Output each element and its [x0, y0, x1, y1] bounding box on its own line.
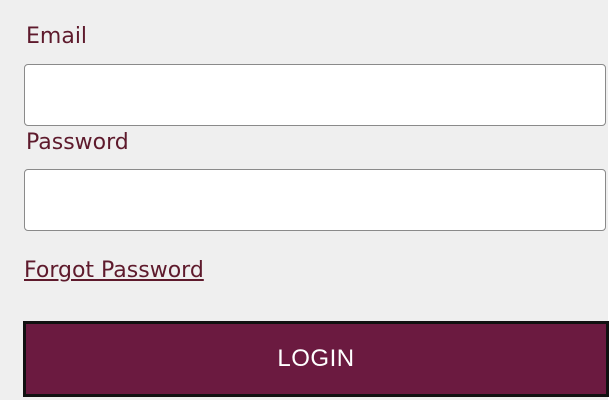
password-label: Password — [26, 130, 129, 155]
password-field[interactable] — [24, 169, 606, 231]
login-form-panel: Email Password Forgot Password LOGIN — [0, 0, 609, 400]
email-label: Email — [26, 24, 88, 49]
email-field[interactable] — [24, 64, 606, 126]
login-button[interactable]: LOGIN — [23, 321, 609, 397]
forgot-password-link[interactable]: Forgot Password — [24, 258, 204, 284]
